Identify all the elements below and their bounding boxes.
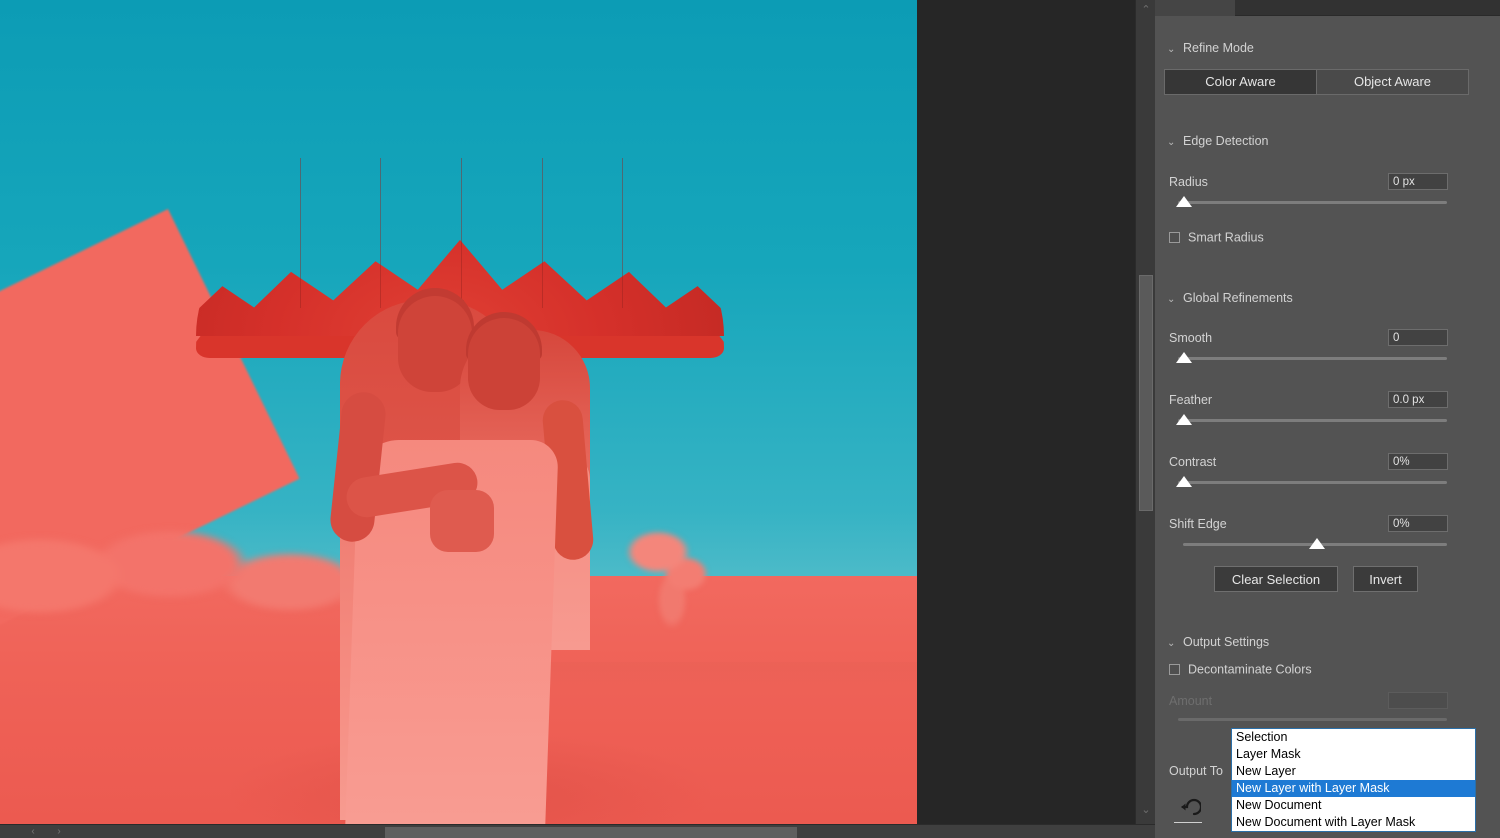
smooth-label: Smooth xyxy=(1169,331,1213,345)
shift-edge-value-field[interactable]: 0% xyxy=(1388,515,1448,532)
section-global-refinements-label: Global Refinements xyxy=(1183,291,1293,305)
properties-panel: ⌄ Refine Mode Color Aware Object Aware ⌄ E… xyxy=(1155,0,1500,838)
scroll-down-icon[interactable]: ⌄ xyxy=(1136,800,1156,820)
canvas-horizontal-scroll-thumb[interactable] xyxy=(385,827,797,838)
scroll-left-icon[interactable]: ‹ xyxy=(22,825,44,838)
reset-arrow-icon xyxy=(1181,798,1203,816)
section-global-refinements[interactable]: ⌄ Global Refinements xyxy=(1167,289,1293,307)
hands-on-pole xyxy=(430,490,494,552)
refine-mode-segmented-control[interactable]: Color Aware Object Aware xyxy=(1164,69,1469,95)
output-to-label: Output To xyxy=(1169,764,1223,778)
smooth-slider-track[interactable] xyxy=(1178,357,1447,360)
scroll-up-icon[interactable]: ⌃ xyxy=(1136,0,1156,20)
contrast-value-field[interactable]: 0% xyxy=(1388,453,1448,470)
radius-slider-track[interactable] xyxy=(1178,201,1447,204)
decontaminate-colors-label: Decontaminate Colors xyxy=(1188,662,1312,677)
dropdown-option-layer-mask[interactable]: Layer Mask xyxy=(1232,746,1475,763)
dropdown-option-new-document[interactable]: New Document xyxy=(1232,797,1475,814)
amount-value-field xyxy=(1388,692,1448,709)
dropdown-option-selection[interactable]: Selection xyxy=(1232,729,1475,746)
shift-edge-slider-thumb[interactable] xyxy=(1309,538,1325,549)
feather-value-field[interactable]: 0.0 px xyxy=(1388,391,1448,408)
reset-button[interactable] xyxy=(1175,798,1203,824)
section-refine-mode-label: Refine Mode xyxy=(1183,41,1254,55)
canvas-horizontal-scrollbar[interactable]: ‹ › xyxy=(0,824,1155,838)
select-and-mask-window: ⌃ ⌄ ‹ › ⌄ Refine Mode Color Aware Object … xyxy=(0,0,1500,838)
canvas-vertical-scroll-thumb[interactable] xyxy=(1139,275,1153,511)
amount-slider-track xyxy=(1178,718,1447,721)
chevron-down-icon[interactable]: ⌄ xyxy=(1167,134,1183,152)
contrast-slider-track[interactable] xyxy=(1178,481,1447,484)
chevron-down-icon[interactable]: ⌄ xyxy=(1167,41,1183,59)
radius-value-field[interactable]: 0 px xyxy=(1388,173,1448,190)
output-to-dropdown-list[interactable]: Selection Layer Mask New Layer New Layer… xyxy=(1231,728,1476,832)
smart-radius-checkbox-row[interactable]: Smart Radius xyxy=(1169,230,1264,246)
panel-tab-stub[interactable] xyxy=(1155,0,1235,16)
decontaminate-colors-checkbox-row[interactable]: Decontaminate Colors xyxy=(1169,662,1312,678)
umbrella-rib xyxy=(380,158,381,308)
radius-label: Radius xyxy=(1169,175,1208,189)
radius-slider-thumb[interactable] xyxy=(1176,196,1192,207)
feather-label: Feather xyxy=(1169,393,1213,407)
smart-radius-checkbox[interactable] xyxy=(1169,232,1180,244)
panel-content: ⌄ Refine Mode Color Aware Object Aware ⌄ E… xyxy=(1155,16,1478,838)
umbrella-rib xyxy=(300,158,301,308)
shift-edge-label: Shift Edge xyxy=(1169,517,1227,531)
refine-mode-color-aware-button[interactable]: Color Aware xyxy=(1165,70,1316,94)
amount-label: Amount xyxy=(1169,694,1213,708)
feather-slider-thumb[interactable] xyxy=(1176,414,1192,425)
umbrella-rib xyxy=(542,158,543,308)
invert-button[interactable]: Invert xyxy=(1353,566,1418,592)
document-canvas-area[interactable] xyxy=(0,0,1135,824)
feather-slider-track[interactable] xyxy=(1178,419,1447,422)
umbrella-rib xyxy=(622,158,623,308)
contrast-label: Contrast xyxy=(1169,455,1217,469)
clear-selection-button[interactable]: Clear Selection xyxy=(1214,566,1338,592)
smoke-puff xyxy=(600,508,730,628)
umbrella-rib xyxy=(461,158,462,308)
refine-mode-object-aware-button[interactable]: Object Aware xyxy=(1316,70,1468,94)
section-output-settings[interactable]: ⌄ Output Settings xyxy=(1167,633,1269,651)
reset-underline xyxy=(1174,822,1202,823)
panel-tab-bar xyxy=(1155,0,1500,16)
photo-preview-onion-skin[interactable] xyxy=(0,0,917,824)
dropdown-option-new-layer[interactable]: New Layer xyxy=(1232,763,1475,780)
decontaminate-colors-checkbox[interactable] xyxy=(1169,664,1180,676)
contrast-slider-thumb[interactable] xyxy=(1176,476,1192,487)
section-output-settings-label: Output Settings xyxy=(1183,635,1270,649)
figure-back-head xyxy=(468,318,540,410)
section-edge-detection[interactable]: ⌄ Edge Detection xyxy=(1167,132,1268,150)
smart-radius-label: Smart Radius xyxy=(1188,230,1264,245)
section-edge-detection-label: Edge Detection xyxy=(1183,134,1269,148)
dropdown-option-new-layer-with-layer-mask[interactable]: New Layer with Layer Mask xyxy=(1232,780,1475,797)
smooth-slider-thumb[interactable] xyxy=(1176,352,1192,363)
chevron-down-icon[interactable]: ⌄ xyxy=(1167,635,1183,653)
canvas-vertical-scrollbar[interactable]: ⌃ ⌄ xyxy=(1135,0,1155,824)
chevron-down-icon[interactable]: ⌄ xyxy=(1167,291,1183,309)
scroll-right-icon[interactable]: › xyxy=(48,825,70,838)
dropdown-option-new-document-with-layer-mask[interactable]: New Document with Layer Mask xyxy=(1232,814,1475,831)
section-refine-mode[interactable]: ⌄ Refine Mode xyxy=(1167,39,1254,57)
smooth-value-field[interactable]: 0 xyxy=(1388,329,1448,346)
